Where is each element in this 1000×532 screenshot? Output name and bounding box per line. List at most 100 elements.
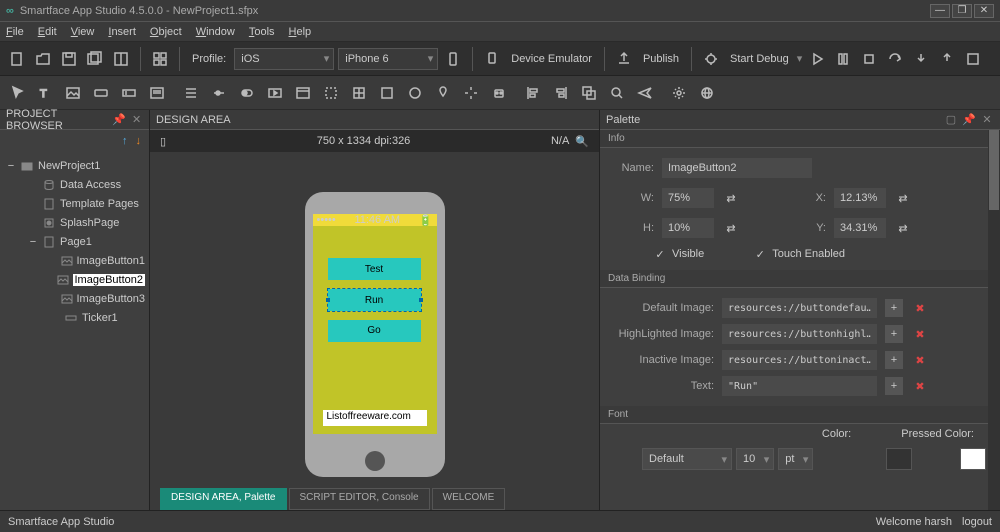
- design-canvas[interactable]: •••••11:46 AM🔋 Test Run Go Listoffreewar…: [150, 152, 599, 530]
- tree-item-data-access[interactable]: Data Access: [0, 175, 149, 194]
- add-highlighted-icon[interactable]: +: [885, 325, 903, 343]
- video-icon[interactable]: [264, 82, 286, 104]
- swap-y-icon[interactable]: ⇄: [894, 219, 912, 237]
- add-inactive-icon[interactable]: +: [885, 351, 903, 369]
- step-over-icon[interactable]: [884, 48, 906, 70]
- tab-design[interactable]: DESIGN AREA, Palette: [160, 488, 287, 510]
- textarea-icon[interactable]: [146, 82, 168, 104]
- add-default-icon[interactable]: +: [885, 299, 903, 317]
- palette-max-icon[interactable]: ▢: [944, 113, 958, 127]
- palette-close-icon[interactable]: ✕: [980, 113, 994, 127]
- step-into-icon[interactable]: [910, 48, 932, 70]
- publish-icon[interactable]: [613, 48, 635, 70]
- debug-icon[interactable]: [700, 48, 722, 70]
- w-input[interactable]: [662, 188, 714, 208]
- default-image-input[interactable]: [722, 298, 877, 318]
- tree-item-imagebutton1[interactable]: ImageButton1: [0, 251, 149, 270]
- button-icon[interactable]: [90, 82, 112, 104]
- swap-w-icon[interactable]: ⇄: [722, 189, 740, 207]
- emulator-icon[interactable]: [481, 48, 503, 70]
- move-down-icon[interactable]: ↓: [136, 135, 142, 147]
- rotate-icon[interactable]: [442, 48, 464, 70]
- image-icon[interactable]: [62, 82, 84, 104]
- swap-x-icon[interactable]: ⇄: [894, 189, 912, 207]
- zoom-icon[interactable]: 🔍: [575, 135, 589, 148]
- grid2-icon[interactable]: [348, 82, 370, 104]
- palette-scrollbar[interactable]: [988, 130, 1000, 530]
- font-size-select[interactable]: 10: [736, 448, 774, 470]
- menu-view[interactable]: View: [71, 26, 95, 38]
- slider-icon[interactable]: [208, 82, 230, 104]
- imagebutton3[interactable]: Go: [328, 320, 421, 342]
- welcome-user[interactable]: Welcome harsh: [876, 516, 952, 528]
- clear-highlighted-icon[interactable]: ✖: [911, 325, 929, 343]
- stop-icon[interactable]: [858, 48, 880, 70]
- databinding-section[interactable]: Data Binding: [600, 270, 1000, 288]
- open-icon[interactable]: [32, 48, 54, 70]
- tree-item-splashpage[interactable]: SplashPage: [0, 213, 149, 232]
- pause-icon[interactable]: [832, 48, 854, 70]
- switch-icon[interactable]: [236, 82, 258, 104]
- menu-edit[interactable]: Edit: [38, 26, 57, 38]
- device-screen[interactable]: •••••11:46 AM🔋 Test Run Go Listoffreewar…: [313, 214, 437, 434]
- move-up-icon[interactable]: ↑: [122, 135, 128, 147]
- debug-label[interactable]: Start Debug: [730, 53, 789, 65]
- align-left-icon[interactable]: [522, 82, 544, 104]
- saveall-icon[interactable]: [84, 48, 106, 70]
- close-panel-icon[interactable]: ✕: [130, 113, 143, 127]
- list-icon[interactable]: [180, 82, 202, 104]
- tab-welcome[interactable]: WELCOME: [432, 488, 506, 510]
- close-button[interactable]: ✕: [974, 4, 994, 18]
- loader-icon[interactable]: [460, 82, 482, 104]
- x-input[interactable]: [834, 188, 886, 208]
- tree-item-newproject1[interactable]: −NewProject1: [0, 156, 149, 175]
- container-icon[interactable]: [376, 82, 398, 104]
- pin-icon[interactable]: [432, 82, 454, 104]
- emulator-label[interactable]: Device Emulator: [511, 53, 592, 65]
- imagebutton2[interactable]: Run: [328, 289, 421, 311]
- group-icon[interactable]: [578, 82, 600, 104]
- highlighted-image-input[interactable]: [722, 324, 877, 344]
- palette-pin-icon[interactable]: 📌: [962, 113, 976, 127]
- swap-h-icon[interactable]: ⇄: [722, 219, 740, 237]
- run-icon[interactable]: [806, 48, 828, 70]
- save-icon[interactable]: [58, 48, 80, 70]
- y-input[interactable]: [834, 218, 886, 238]
- device-select[interactable]: iPhone 6: [338, 48, 438, 70]
- text-icon[interactable]: T: [34, 82, 56, 104]
- publish-label[interactable]: Publish: [643, 53, 679, 65]
- add-text-icon[interactable]: +: [885, 377, 903, 395]
- color-swatch[interactable]: [886, 448, 912, 470]
- step-out-icon[interactable]: [936, 48, 958, 70]
- web-icon[interactable]: [292, 82, 314, 104]
- textfield-icon[interactable]: [118, 82, 140, 104]
- pressed-color-swatch[interactable]: [960, 448, 986, 470]
- ticker1[interactable]: Listoffreeware.com: [323, 410, 427, 426]
- menu-tools[interactable]: Tools: [249, 26, 275, 38]
- visible-checkbox[interactable]: ✓Visible: [654, 248, 704, 260]
- clear-inactive-icon[interactable]: ✖: [911, 351, 929, 369]
- tab-script[interactable]: SCRIPT EDITOR, Console: [289, 488, 430, 510]
- tree-item-ticker1[interactable]: Ticker1: [0, 308, 149, 327]
- menu-file[interactable]: File: [6, 26, 24, 38]
- tree-item-imagebutton2[interactable]: ImageButton2: [0, 270, 149, 289]
- settings-icon[interactable]: [668, 82, 690, 104]
- info-section[interactable]: Info: [600, 130, 1000, 148]
- maximize-button[interactable]: ❐: [952, 4, 972, 18]
- globe-icon[interactable]: [696, 82, 718, 104]
- new-icon[interactable]: [6, 48, 28, 70]
- menu-insert[interactable]: Insert: [108, 26, 136, 38]
- circle-icon[interactable]: [404, 82, 426, 104]
- align-right-icon[interactable]: [550, 82, 572, 104]
- clear-default-icon[interactable]: ✖: [911, 299, 929, 317]
- menu-object[interactable]: Object: [150, 26, 182, 38]
- imagebutton1[interactable]: Test: [328, 258, 421, 280]
- touch-checkbox[interactable]: ✓Touch Enabled: [754, 248, 845, 260]
- pin-panel-icon[interactable]: 📌: [112, 113, 126, 127]
- zoom-icon[interactable]: [606, 82, 628, 104]
- menu-help[interactable]: Help: [289, 26, 312, 38]
- cursor-icon[interactable]: [6, 82, 28, 104]
- font-family-select[interactable]: Default: [642, 448, 732, 470]
- robot-icon[interactable]: [488, 82, 510, 104]
- inactive-image-input[interactable]: [722, 350, 877, 370]
